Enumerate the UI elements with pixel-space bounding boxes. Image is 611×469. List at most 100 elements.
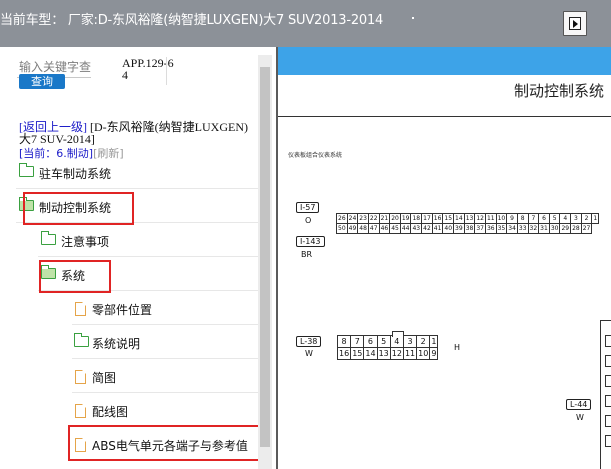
pin-cell: 26: [336, 213, 348, 224]
connector-tag: L-38: [296, 336, 322, 347]
pin-cell: 5: [376, 335, 391, 348]
pin-cell: 28: [570, 223, 582, 234]
pin-cell: 3: [570, 213, 582, 224]
tree-item-parking-brake[interactable]: 驻车制动系统: [0, 163, 258, 182]
connector-i57-pin-grid: 26 24 23 22 21 20 19 18 17 16 15 14 13 12 11 10 9 8 7 6 5 4 3 2…: [336, 213, 600, 234]
pin-cell: [605, 335, 611, 347]
tree-item-label: 零部件位置: [92, 303, 153, 317]
tree-item-precautions[interactable]: 注意事项: [0, 231, 258, 250]
pin-cell: 34: [506, 223, 518, 234]
tree-item-label: 配线图: [92, 405, 129, 419]
app-code-label: APP.129-64: [122, 56, 174, 82]
app-code-divider: [166, 57, 167, 85]
document-viewer: 制动控制系统 仪表板组合仪表系统 I-57 O I-143 BR 26 24 23 2…: [278, 47, 611, 469]
connector-tag: L-44: [566, 399, 592, 410]
pin-cell: 17: [421, 213, 433, 224]
pin-cell: 16: [336, 347, 352, 360]
pin-cell: 38: [463, 223, 476, 234]
pin-cell: 13: [376, 347, 391, 360]
pin-cell: 33: [516, 223, 529, 234]
pin-cell: 9: [429, 347, 439, 360]
breadcrumb: [返回上一级] [D-东风裕隆(纳智捷LUXGEN)大7 SUV-2014]: [19, 121, 249, 145]
pin-cell: 12: [474, 213, 486, 224]
pin-cell: 5: [548, 213, 561, 224]
pin-cell: 35: [495, 223, 508, 234]
pin-cell: [605, 375, 611, 387]
highlight-box: [23, 192, 134, 225]
pin-cell: 24: [346, 213, 359, 224]
connector-color: BR: [301, 250, 313, 259]
tree-item-wiring-diagram[interactable]: 配线图: [0, 402, 258, 420]
pin-cell: 46: [378, 223, 391, 234]
pin-cell: 11: [484, 213, 497, 224]
search-input[interactable]: [19, 59, 91, 74]
pin-cell: 18: [410, 213, 423, 224]
pin-row-top: 87654321: [336, 335, 439, 348]
scrollbar-thumb[interactable]: [260, 67, 270, 447]
tree-item-diagram[interactable]: 简图: [0, 368, 258, 386]
current-section: [当前：6.制动][刷新]: [19, 145, 124, 161]
connector-color: W: [305, 349, 313, 358]
pin-cell: 37: [474, 223, 486, 234]
tree-item-label: 系统说明: [92, 337, 141, 351]
pin-cell: 21: [378, 213, 391, 224]
document-icon: [75, 302, 86, 316]
pin-cell: 11: [402, 347, 418, 360]
tree-item-system-description[interactable]: 系统说明: [0, 333, 258, 352]
pin-cell: 32: [527, 223, 540, 234]
pin-cell: 8: [336, 335, 352, 348]
search-button[interactable]: 查询: [19, 74, 65, 89]
pin-cell: 20: [389, 213, 401, 224]
tree-divider: [72, 392, 258, 393]
pin-cell: 6: [538, 213, 550, 224]
pin-cell: 1: [429, 335, 439, 348]
pin-cell: 47: [367, 223, 380, 234]
pin-cell: 12: [389, 347, 404, 360]
pin-cell: 16: [431, 213, 444, 224]
pin-cell: 9: [506, 213, 518, 224]
folder-icon: [19, 163, 34, 177]
pin-cell: 40: [442, 223, 455, 234]
connector-partial: [600, 320, 611, 469]
pin-cell: 42: [421, 223, 433, 234]
tree-item-label: 注意事项: [61, 235, 110, 249]
connector-color: O: [305, 216, 312, 225]
connector-latch: [392, 331, 404, 337]
current-prefix: [当前：: [19, 147, 57, 160]
document-icon: [75, 370, 86, 384]
pin-cell: 36: [484, 223, 497, 234]
pin-row-bottom: 50 49 48 47 46 45 44 43 42 41 40 39 38 37 36 35 34 33 32 31…: [336, 223, 599, 234]
highlight-box: [39, 260, 111, 293]
pin-cell: 4: [559, 213, 572, 224]
pin-cell: 50: [336, 223, 348, 234]
pin-cell: 10: [416, 347, 431, 360]
title-dot: [412, 17, 414, 19]
pin-cell: 7: [527, 213, 540, 224]
pin-cell: 19: [399, 213, 412, 224]
pin-cell: 49: [346, 223, 359, 234]
document-icon: [75, 404, 86, 418]
pin-cell: 14: [363, 347, 378, 360]
pin-row-bottom: 16 15 14 13 12 11 10 9: [336, 347, 439, 360]
pin-cell: 15: [350, 347, 365, 360]
refresh-link[interactable]: [刷新]: [93, 147, 124, 160]
pin-cell: 43: [410, 223, 423, 234]
current-value[interactable]: 6.制动]: [56, 147, 93, 160]
pin-cell: 23: [357, 213, 369, 224]
pin-cell: [605, 355, 611, 367]
next-page-button[interactable]: [563, 11, 587, 36]
pin-cell: 41: [431, 223, 444, 234]
vertical-scrollbar[interactable]: [258, 55, 272, 469]
highlight-box: [68, 425, 269, 461]
pin-cell: 31: [538, 223, 550, 234]
next-arrow-icon: [569, 17, 581, 30]
pin-cell: 14: [453, 213, 465, 224]
pin-cell: [605, 395, 611, 407]
pin-cell: 3: [402, 335, 418, 348]
tree-divider: [38, 256, 258, 257]
pin-row-top: 26 24 23 22 21 20 19 18 17 16 15 14 13 12 11 10 9 8 7 6 5 4 3 2…: [336, 213, 600, 224]
document-subtitle: 仪表板组合仪表系统: [288, 152, 343, 159]
pin-cell: 29: [559, 223, 572, 234]
tree-item-component-location[interactable]: 零部件位置: [0, 300, 258, 318]
pin-cell: 13: [463, 213, 476, 224]
